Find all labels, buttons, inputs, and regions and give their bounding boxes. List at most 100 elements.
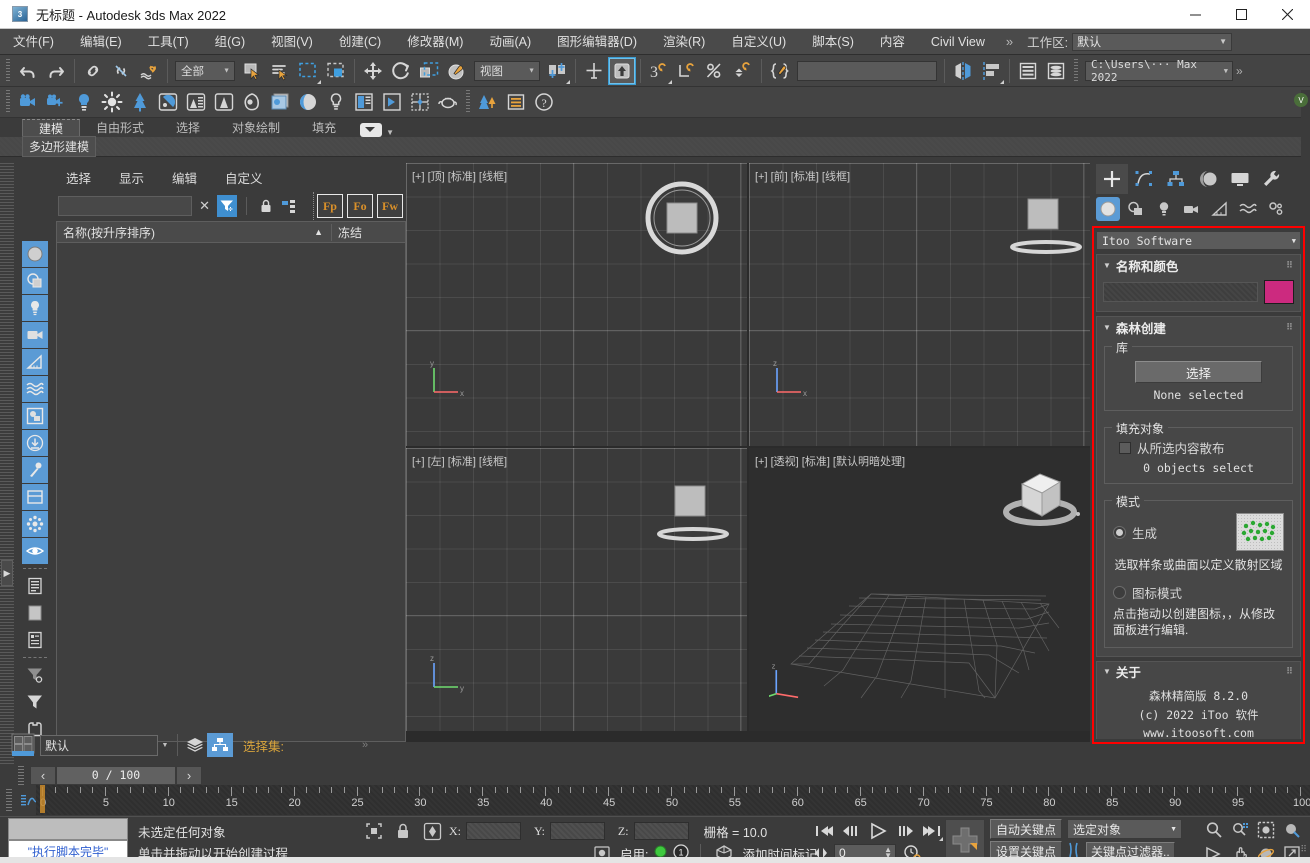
- select-and-place-button[interactable]: [443, 57, 471, 85]
- systems-gear-subtab[interactable]: [1264, 197, 1288, 221]
- spinner-snap-toggle-button[interactable]: [729, 57, 757, 85]
- viewport-top-label[interactable]: [+] [顶] [标准] [线框]: [412, 168, 507, 184]
- viewport-left[interactable]: [+] [左] [标准] [线框] z y: [406, 448, 747, 731]
- visibility-filter-icon[interactable]: [22, 538, 48, 564]
- menu-tools[interactable]: 工具(T): [135, 29, 202, 55]
- mirror-button[interactable]: [949, 57, 977, 85]
- undo-button[interactable]: [14, 57, 42, 85]
- zoom-region-icon[interactable]: [1280, 819, 1304, 841]
- previous-frame-button[interactable]: [838, 820, 862, 842]
- track-bar-grip[interactable]: [6, 789, 12, 811]
- mode-icon-radio[interactable]: [1113, 586, 1126, 599]
- chevron-down-icon[interactable]: ▼: [158, 742, 172, 749]
- render-material-icon-button[interactable]: [294, 88, 322, 116]
- go-to-start-button[interactable]: [812, 820, 836, 842]
- menu-animation[interactable]: 动画(A): [476, 29, 544, 55]
- script-listener-icon-button[interactable]: [502, 88, 530, 116]
- ribbon-tab-freeform[interactable]: 自由形式: [80, 119, 160, 137]
- coord-z-input[interactable]: [634, 822, 689, 840]
- view-cube[interactable]: [994, 456, 1086, 544]
- timeline-ruler[interactable]: 0510152025303540455055606570758085909510…: [36, 785, 1310, 815]
- camera-add-icon-button[interactable]: [42, 88, 70, 116]
- materials-list-icon[interactable]: [22, 600, 48, 626]
- xrefs-filter-icon[interactable]: [22, 430, 48, 456]
- motion-tab[interactable]: [1192, 164, 1224, 194]
- properties-list-icon[interactable]: [22, 627, 48, 653]
- hierarchy-view-icon[interactable]: [279, 195, 299, 217]
- geometry-filter-icon[interactable]: [22, 241, 48, 267]
- next-frame-button[interactable]: [894, 820, 918, 842]
- filter-toggle-button[interactable]: [217, 195, 237, 217]
- selection-lock-toggle-icon[interactable]: [362, 820, 386, 842]
- explorer-menu-customize[interactable]: 自定义: [225, 168, 263, 187]
- render-map-icon-button[interactable]: [266, 88, 294, 116]
- forest-toolbar-grip[interactable]: [465, 90, 471, 114]
- rollout-forest-create-header[interactable]: ▼ 森林创建 ⠿: [1097, 317, 1300, 337]
- minimize-button[interactable]: [1172, 0, 1218, 29]
- chevron-down-icon[interactable]: ▼: [386, 128, 394, 137]
- coord-y-input[interactable]: [550, 822, 605, 840]
- layers-list-icon[interactable]: [22, 573, 48, 599]
- help-icon-button[interactable]: ?: [530, 88, 558, 116]
- toolbar-grip[interactable]: [5, 59, 11, 83]
- hierarchy-tab[interactable]: [1160, 164, 1192, 194]
- ribbon-panel-poly-modeling[interactable]: 多边形建模: [22, 136, 96, 157]
- explorer-object-list[interactable]: [56, 243, 406, 742]
- groups-filter-icon[interactable]: [22, 403, 48, 429]
- time-slider-grip[interactable]: [18, 765, 24, 785]
- selection-set-overflow-icon[interactable]: »: [362, 739, 368, 751]
- shapes-subtab[interactable]: [1124, 197, 1148, 221]
- bind-to-space-warp-button[interactable]: [135, 57, 163, 85]
- angle-snap-toggle-button[interactable]: 3: [645, 57, 673, 85]
- utilities-tab[interactable]: [1256, 164, 1288, 194]
- select-and-link-button[interactable]: [79, 57, 107, 85]
- teapot-icon-button[interactable]: [434, 88, 462, 116]
- rectangular-selection-region-button[interactable]: [294, 57, 322, 85]
- spacewarps-filter-icon[interactable]: [22, 376, 48, 402]
- scene-converter-icon-button[interactable]: [350, 88, 378, 116]
- ribbon-tab-modeling[interactable]: 建模: [22, 119, 80, 137]
- render-setup-icon-button[interactable]: [154, 88, 182, 116]
- object-color-swatch[interactable]: [1264, 280, 1294, 304]
- menu-modifiers[interactable]: 修改器(M): [394, 29, 476, 55]
- selection-filter-combo[interactable]: 全部 ▼: [175, 61, 235, 81]
- rollout-name-color-header[interactable]: ▼ 名称和颜色 ⠿: [1097, 255, 1300, 275]
- forest-pack-fo-button[interactable]: Fo: [347, 194, 373, 218]
- ribbon-dropdown-icon[interactable]: [360, 123, 382, 137]
- menu-edit[interactable]: 编辑(E): [67, 29, 135, 55]
- menu-group[interactable]: 组(G): [202, 29, 259, 55]
- ribbon-tab-selection[interactable]: 选择: [160, 119, 216, 137]
- menu-graph-editors[interactable]: 图形编辑器(D): [544, 29, 650, 55]
- secondary-toolbar-grip[interactable]: [5, 90, 11, 114]
- helpers-subtab[interactable]: [1208, 197, 1232, 221]
- lights-subtab[interactable]: [1152, 197, 1176, 221]
- select-and-move-button[interactable]: [359, 57, 387, 85]
- explorer-menu-select[interactable]: 选择: [66, 168, 91, 187]
- advanced-filter-icon[interactable]: [22, 662, 48, 688]
- column-name[interactable]: 名称(按升序排序) ▲: [57, 224, 331, 241]
- clear-search-icon[interactable]: ✕: [196, 198, 213, 214]
- absolute-relative-transform-icon[interactable]: [420, 820, 444, 842]
- project-folder-combo[interactable]: C:\Users\··· Max 2022 ▼: [1085, 61, 1233, 81]
- menu-civil-view[interactable]: Civil View: [918, 29, 998, 55]
- explorer-menu-display[interactable]: 显示: [119, 168, 144, 187]
- time-slider-handle[interactable]: 0 / 100: [56, 766, 176, 785]
- select-and-rotate-button[interactable]: [387, 57, 415, 85]
- omni-light-icon-button[interactable]: [70, 88, 98, 116]
- reference-coordinate-system-combo[interactable]: 视图 ▼: [474, 61, 540, 81]
- render-frame-window-icon-button[interactable]: [182, 88, 210, 116]
- tree-foliage-icon-button[interactable]: [126, 88, 154, 116]
- unlink-selection-button[interactable]: [107, 57, 135, 85]
- select-and-scale-button[interactable]: [415, 57, 443, 85]
- forest-pack-fp-button[interactable]: Fp: [317, 194, 343, 218]
- percent-snap-toggle-button[interactable]: [701, 57, 729, 85]
- object-name-input[interactable]: [1103, 282, 1258, 302]
- explorer-search-input[interactable]: [58, 196, 192, 216]
- viewport-front[interactable]: [+] [前] [标准] [线框] z x: [749, 163, 1090, 446]
- prompt-line-box[interactable]: "执行脚本完毕": [8, 818, 128, 862]
- render-shaded-icon-button[interactable]: [238, 88, 266, 116]
- workspace-combo[interactable]: 默认 ▼: [1072, 33, 1232, 51]
- forest-pack-icon-button[interactable]: [474, 88, 502, 116]
- lights-filter-icon[interactable]: [22, 295, 48, 321]
- menu-create[interactable]: 创建(C): [326, 29, 394, 55]
